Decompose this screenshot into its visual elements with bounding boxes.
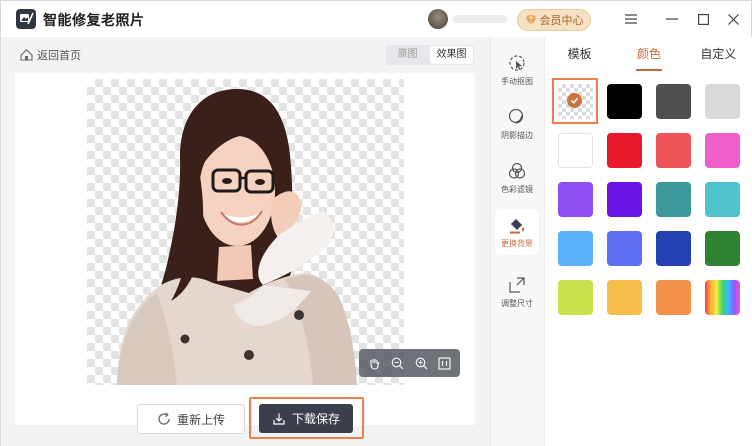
- hand-pan-icon[interactable]: [366, 354, 384, 372]
- tool-resize[interactable]: 调整尺寸: [495, 269, 539, 315]
- color-swatch[interactable]: [705, 231, 740, 266]
- reupload-button[interactable]: 重新上传: [137, 404, 245, 434]
- tool-change-background[interactable]: 更换背景: [495, 209, 539, 255]
- fit-screen-icon[interactable]: [435, 354, 453, 372]
- tool-label: 手动抠图: [501, 76, 533, 86]
- color-swatch[interactable]: [656, 231, 691, 266]
- tab-color[interactable]: 颜色: [614, 37, 683, 73]
- tool-manual-cutout[interactable]: 手动抠图: [495, 47, 539, 93]
- vip-center-label: 会员中心: [539, 14, 584, 27]
- check-icon: [567, 93, 582, 108]
- refresh-icon: [158, 412, 170, 425]
- reupload-label: 重新上传: [176, 412, 225, 427]
- tool-sidebar: 手动抠图 阴影描边 色彩滤镜 更换背景 调整尺寸: [490, 37, 544, 446]
- tool-color-filter[interactable]: 色彩滤镜: [495, 155, 539, 201]
- color-swatch[interactable]: [705, 84, 740, 119]
- tool-label: 色彩滤镜: [501, 184, 533, 194]
- color-swatch[interactable]: [607, 84, 642, 119]
- vip-center-button[interactable]: 会员中心: [517, 9, 591, 31]
- back-home-link[interactable]: 返回首页: [20, 47, 81, 63]
- transparent-background: [87, 79, 404, 385]
- tab-template[interactable]: 模板: [545, 37, 614, 73]
- color-swatch[interactable]: [705, 182, 740, 217]
- color-filter-icon: [508, 162, 526, 179]
- diamond-icon: [525, 14, 536, 25]
- view-toggle: 原图 效果图: [386, 45, 474, 65]
- color-swatch[interactable]: [656, 280, 691, 315]
- tab-custom[interactable]: 自定义: [684, 37, 752, 73]
- app-logo-icon: [16, 9, 36, 29]
- resize-icon: [509, 276, 525, 293]
- close-icon[interactable]: [725, 11, 741, 27]
- color-swatch[interactable]: [656, 84, 691, 119]
- download-icon: [273, 413, 285, 425]
- color-swatch[interactable]: [607, 133, 642, 168]
- app-window: 智能修复老照片 会员中心 返回首页 原图 效果图 重新上传 下载保存 手动抠图 …: [0, 0, 752, 446]
- color-swatch[interactable]: [558, 133, 593, 168]
- tool-label: 调整尺寸: [501, 298, 533, 308]
- color-swatch[interactable]: [558, 280, 593, 315]
- cutout-portrait: [117, 89, 357, 385]
- zoom-out-icon[interactable]: [389, 354, 407, 372]
- zoom-toolbar: [359, 349, 460, 377]
- image-canvas: [15, 73, 475, 425]
- color-swatch[interactable]: [705, 280, 740, 315]
- editor-area: 返回首页 原图 效果图 重新上传 下载保存: [1, 37, 490, 446]
- user-avatar[interactable]: [428, 9, 448, 29]
- color-swatch[interactable]: [705, 133, 740, 168]
- zoom-in-icon[interactable]: [412, 354, 430, 372]
- color-swatch[interactable]: [607, 231, 642, 266]
- download-save-button[interactable]: 下载保存: [259, 404, 353, 433]
- user-name[interactable]: [453, 15, 507, 23]
- download-save-label: 下载保存: [291, 412, 340, 426]
- paint-bucket-icon: [510, 218, 525, 233]
- color-swatch[interactable]: [558, 231, 593, 266]
- tool-label: 更换背景: [501, 238, 533, 248]
- minimize-icon[interactable]: [664, 11, 680, 27]
- panel-tabs: 模板 颜色 自定义: [545, 37, 752, 73]
- color-swatch[interactable]: [656, 133, 691, 168]
- tool-shadow-outline[interactable]: 阴影描边: [495, 101, 539, 147]
- toggle-original[interactable]: 原图: [386, 45, 429, 65]
- color-swatch[interactable]: [558, 182, 593, 217]
- menu-icon[interactable]: [623, 11, 639, 27]
- shadow-outline-icon: [508, 108, 524, 124]
- app-title: 智能修复老照片: [43, 13, 145, 29]
- cursor-select-icon: [509, 54, 525, 71]
- color-swatch[interactable]: [607, 182, 642, 217]
- title-bar: 智能修复老照片 会员中心: [1, 1, 751, 37]
- toggle-result[interactable]: 效果图: [430, 46, 473, 64]
- color-swatch[interactable]: [656, 182, 691, 217]
- color-swatch[interactable]: [607, 280, 642, 315]
- tool-label: 阴影描边: [501, 130, 533, 140]
- home-icon: [20, 49, 33, 61]
- maximize-icon[interactable]: [695, 11, 711, 27]
- back-home-label: 返回首页: [37, 49, 81, 62]
